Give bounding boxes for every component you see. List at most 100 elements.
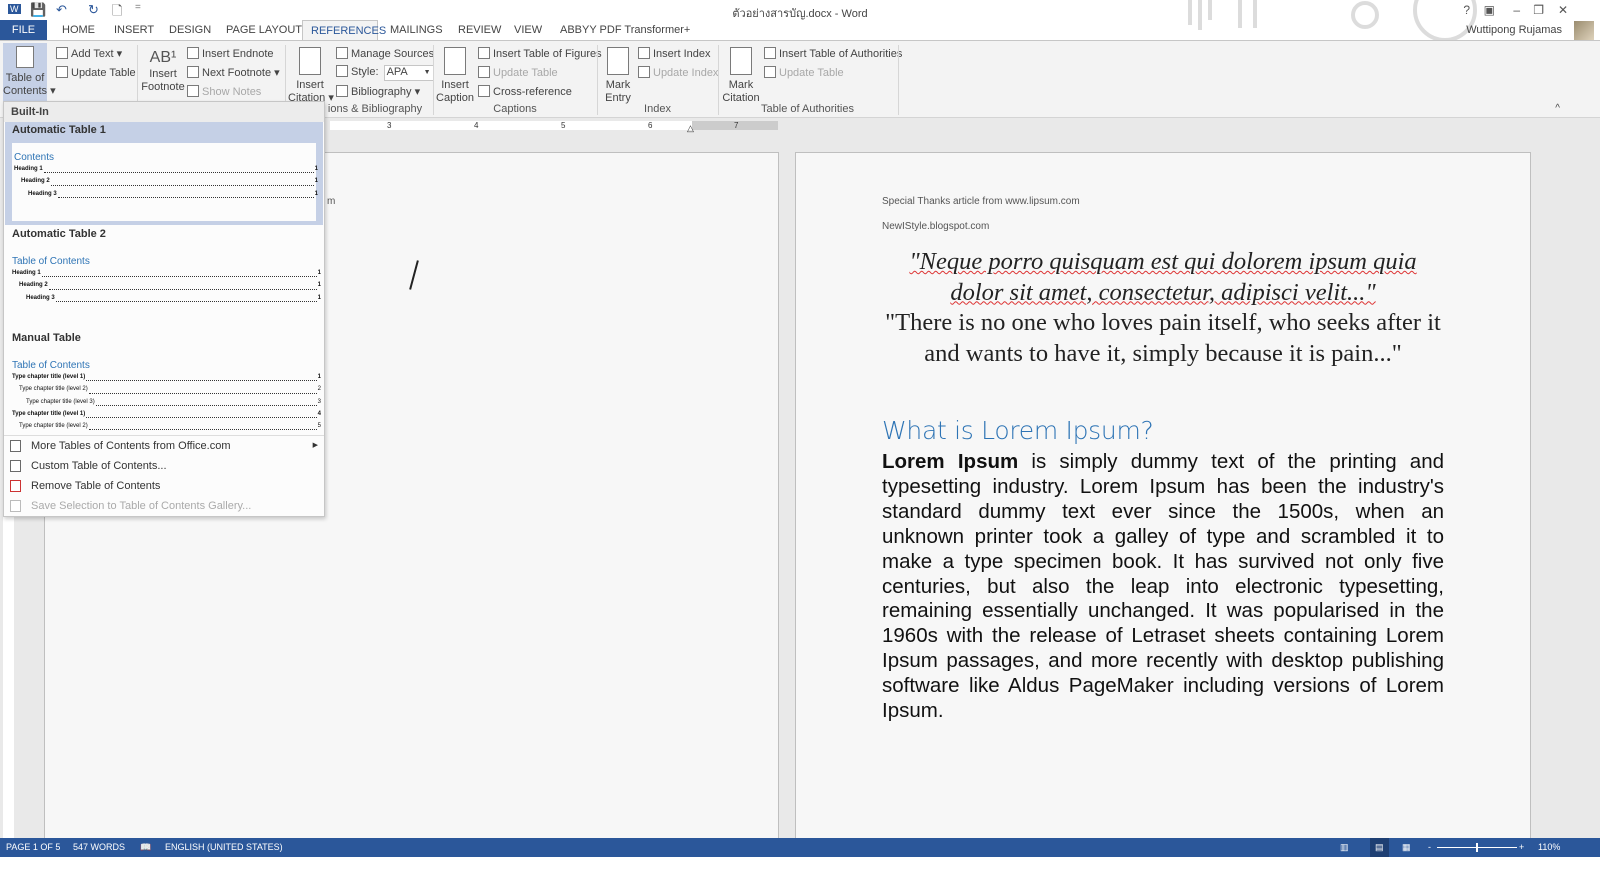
tab-review[interactable]: REVIEW (450, 20, 509, 40)
mark-entry-button[interactable]: Mark Entry (602, 47, 634, 105)
bibliography-button[interactable]: Bibliography ▾ (336, 85, 420, 98)
add-text-button[interactable]: Add Text ▾ (56, 47, 122, 60)
style-label: Style: (351, 66, 379, 78)
toc-label: Table of (5, 72, 45, 84)
tab-insert[interactable]: INSERT (106, 20, 162, 40)
preview-page-number: 3 (317, 398, 321, 405)
preview-row: Type chapter title (level 2) 5 (12, 423, 321, 434)
insert-tof-label: Insert Table of Figures (493, 48, 602, 60)
menu-item-label: Custom Table of Contents... (31, 460, 167, 472)
insert-caption-button[interactable]: Insert Caption (436, 47, 474, 105)
user-name[interactable]: Wuttipong Rujamas (1466, 24, 1562, 36)
ruler-tick: 4 (474, 121, 479, 130)
next-footnote-button[interactable]: Next Footnote ▾ (187, 66, 280, 79)
style-dropdown[interactable]: APA ▼ (383, 65, 434, 81)
preview-entry: Heading 1 (14, 166, 43, 172)
web-layout-icon[interactable]: ▦ (1402, 838, 1411, 857)
leader-dots (55, 295, 317, 302)
insert-endnote-button[interactable]: Insert Endnote (187, 47, 274, 60)
table-of-authorities-icon (764, 47, 776, 59)
tab-page-layout[interactable]: PAGE LAYOUT (218, 20, 310, 40)
avatar[interactable] (1574, 21, 1594, 41)
leader-dots (41, 270, 317, 278)
preview-heading: Contents (14, 152, 55, 163)
automatic-table-2-option[interactable]: Automatic Table 2 Table of Contents Headi… (5, 226, 323, 328)
status-bar: PAGE 1 OF 5 547 WORDS 📖 ENGLISH (UNITED … (0, 838, 1600, 857)
preview-entry: Type chapter title (level 1) (12, 410, 86, 417)
table-of-contents-dropdown: Built-In Automatic Table 1 Contents Headi… (3, 101, 325, 517)
close-button[interactable]: ✕ (1558, 3, 1568, 17)
page-count[interactable]: PAGE 1 OF 5 (6, 838, 60, 857)
insert-toa-label: Insert Table of Authorities (779, 48, 903, 60)
language[interactable]: ENGLISH (UNITED STATES) (165, 838, 283, 857)
insert-citation-button[interactable]: Insert Citation ▾ (288, 47, 334, 105)
preview-entry: Type chapter title (level 2) (19, 423, 88, 430)
manage-sources-label: Manage Sources (351, 48, 435, 60)
style-value: APA (386, 66, 408, 78)
insert-index-button[interactable]: Insert Index (638, 47, 710, 60)
read-mode-icon[interactable]: ▥ (1340, 838, 1349, 857)
body-text: is simply dummy text of the printing and… (882, 450, 1444, 723)
leader-dots (50, 178, 314, 186)
manage-sources-icon (336, 47, 348, 59)
tab-abbyy[interactable]: ABBYY PDF Transformer+ (552, 20, 698, 40)
show-notes-button[interactable]: Show Notes (187, 85, 261, 98)
preview-page-number: 1 (314, 166, 318, 172)
preview-row: Type chapter title (level 1) 4 (12, 411, 321, 423)
word-count[interactable]: 547 WORDS (73, 838, 125, 857)
update-table-label: Update Table (493, 67, 558, 79)
insert-table-of-authorities-button[interactable]: Insert Table of Authorities (764, 47, 902, 60)
insert-table-of-figures-button[interactable]: Insert Table of Figures (478, 47, 602, 60)
mark-citation-button[interactable]: Mark Citation (722, 47, 760, 105)
print-layout-icon[interactable]: ▤ (1370, 838, 1389, 857)
toc-label: Contents ▾ (3, 85, 56, 97)
minimize-button[interactable]: – (1513, 3, 1520, 17)
zoom-out-button[interactable]: - (1428, 838, 1431, 857)
remove-toc-menu-item[interactable]: Remove Table of Contents (4, 476, 324, 496)
cross-reference-button[interactable]: Cross-reference (478, 85, 572, 98)
zoom-in-button[interactable]: + (1519, 838, 1524, 857)
tab-file[interactable]: FILE (0, 20, 47, 40)
body-bold: Lorem Ipsum (882, 450, 1019, 473)
insert-footnote-label: Insert (149, 68, 177, 80)
horizontal-ruler[interactable]: 3 4 5 6 7 △ (330, 121, 778, 133)
show-notes-icon (187, 85, 199, 97)
next-footnote-icon (187, 66, 199, 78)
update-authorities-table-button[interactable]: Update Table (764, 66, 844, 79)
zoom-slider-thumb[interactable] (1476, 843, 1478, 852)
ribbon-display-options-icon[interactable]: ▣ (1484, 3, 1495, 17)
preview-row: Heading 2 1 (14, 178, 318, 190)
table-of-contents-button[interactable]: Table of Contents ▾ (3, 43, 56, 101)
tab-references[interactable]: REFERENCES (302, 20, 386, 40)
tab-home[interactable]: HOME (54, 20, 103, 40)
update-figures-table-button[interactable]: Update Table (478, 66, 558, 79)
leader-dots (86, 374, 317, 382)
manual-table-option[interactable]: Manual Table Table of Contents Type chapt… (5, 330, 323, 434)
right-page[interactable]: Special Thanks article from www.lipsum.c… (795, 152, 1531, 842)
more-tocs-menu-item[interactable]: More Tables of Contents from Office.com ▶ (4, 436, 324, 456)
update-index-button[interactable]: Update Index (638, 66, 718, 79)
update-table-button[interactable]: Update Table (56, 66, 136, 79)
collapse-ribbon-button[interactable]: ^ (1555, 103, 1560, 114)
manual-table-preview: Table of Contents Type chapter title (lev… (12, 360, 321, 434)
toa-group-label: Table of Authorities (761, 103, 854, 115)
proofing-icon[interactable]: 📖 (140, 838, 151, 857)
custom-toc-menu-item[interactable]: Custom Table of Contents... (4, 456, 324, 476)
preview-entry: Type chapter title (level 1) (12, 374, 86, 380)
manage-sources-button[interactable]: Manage Sources (336, 47, 434, 60)
leader-dots (43, 166, 314, 174)
tab-view[interactable]: VIEW (506, 20, 550, 40)
zoom-level[interactable]: 110% (1538, 838, 1560, 857)
restore-button[interactable]: ❐ (1533, 3, 1544, 17)
ribbon-tabs: FILE HOME INSERT DESIGN PAGE LAYOUT REFE… (0, 20, 1600, 40)
right-indent-marker-icon[interactable]: △ (687, 123, 694, 134)
preview-page-number: 5 (317, 423, 321, 430)
tab-design[interactable]: DESIGN (161, 20, 219, 40)
insert-footnote-button[interactable]: AB¹ Insert Footnote (141, 50, 185, 94)
save-selection-menu-item[interactable]: Save Selection to Table of Contents Gall… (4, 496, 324, 516)
help-button[interactable]: ? (1463, 3, 1470, 17)
tab-mailings[interactable]: MAILINGS (382, 20, 451, 40)
built-in-header: Built-In (4, 102, 324, 122)
automatic-table-1-option[interactable]: Automatic Table 1 Contents Heading 1 1 Head… (5, 122, 323, 225)
preview-entry: Type chapter title (level 3) (26, 398, 95, 405)
